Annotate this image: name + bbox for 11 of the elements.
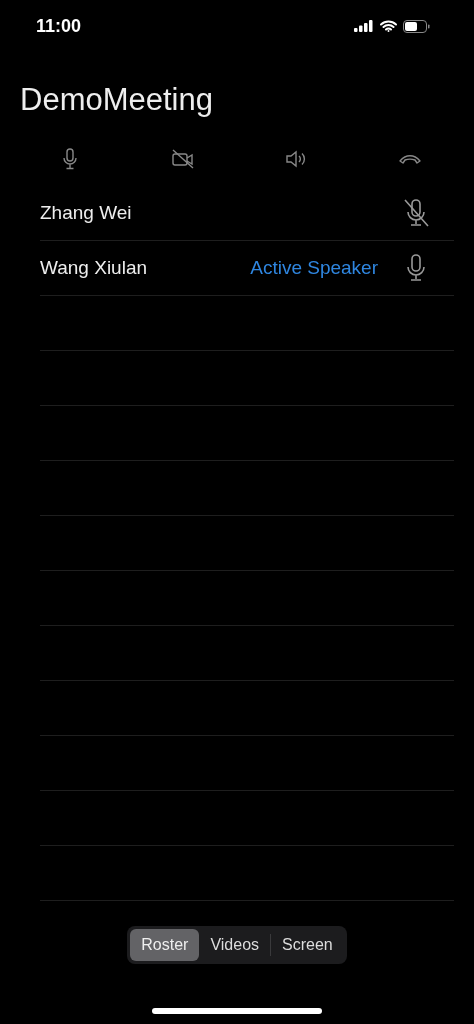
attendee-name: Wang Xiulan — [40, 257, 149, 279]
status-time: 11:00 — [36, 15, 82, 37]
view-tab[interactable]: Videos — [199, 929, 271, 961]
wifi-icon — [380, 20, 397, 32]
view-tab[interactable]: Screen — [271, 929, 344, 961]
signal-icon — [354, 20, 374, 32]
view-tab[interactable]: Roster — [130, 929, 200, 961]
attendee-name: Zhang Wei — [40, 202, 133, 224]
meeting-title: DemoMeeting — [20, 81, 214, 119]
battery-icon — [403, 19, 430, 33]
active-speaker-label: Active Speaker — [250, 257, 378, 279]
